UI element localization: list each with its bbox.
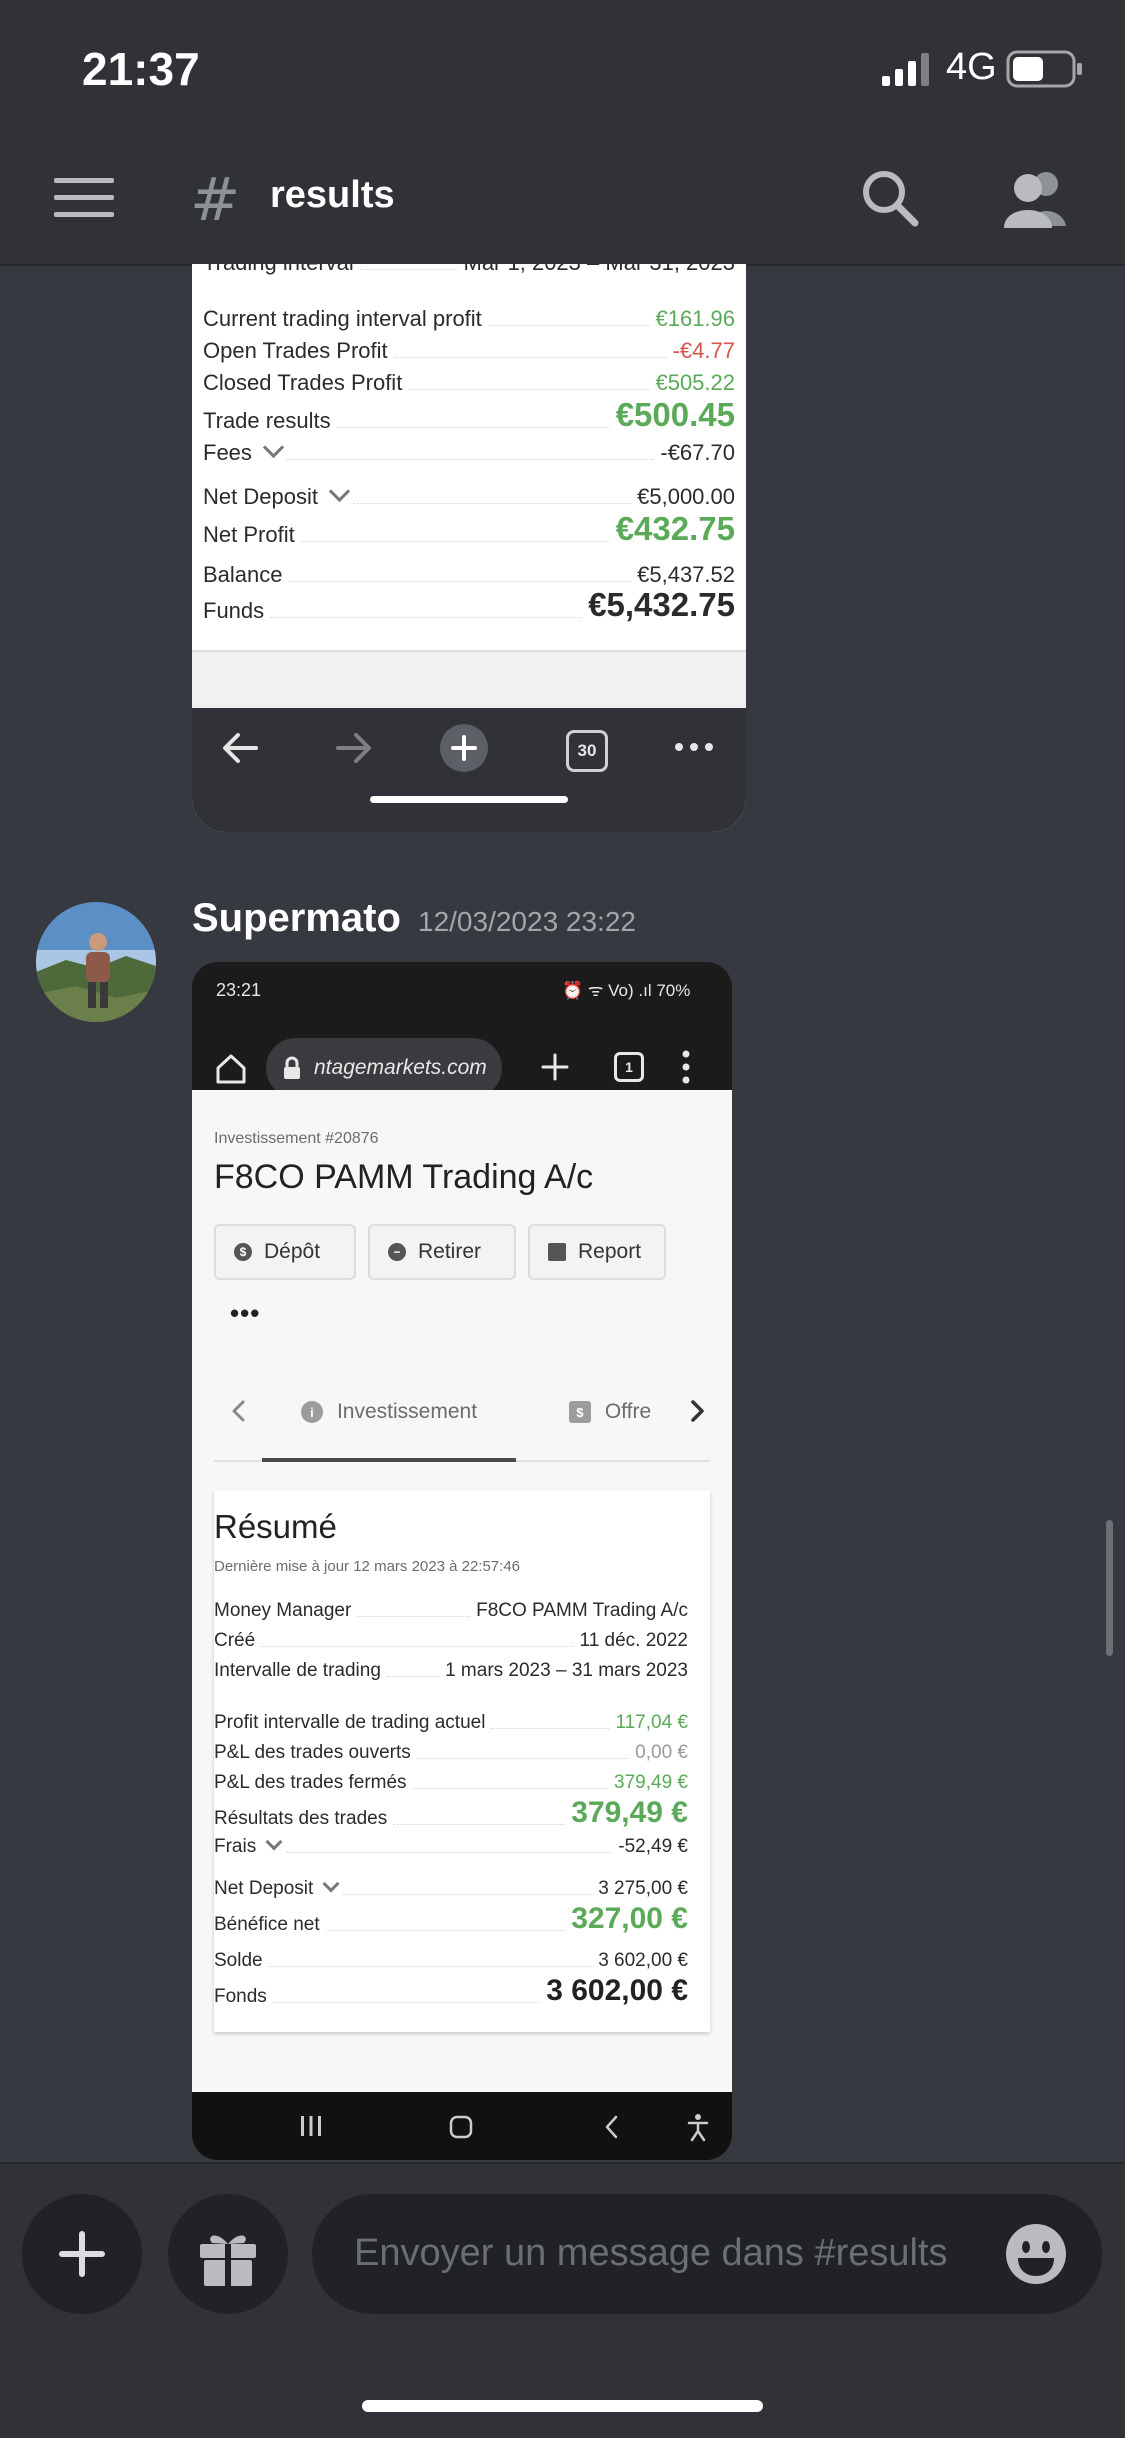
- summary-row: Current trading interval profit €161.96: [203, 306, 735, 331]
- minus-icon: −: [388, 1243, 406, 1261]
- resume-card: Résumé Dernière mise à jour 12 mars 2023…: [214, 1490, 710, 2032]
- channel-header: [0, 140, 1125, 266]
- back-arrow-icon[interactable]: [218, 726, 262, 770]
- scrollbar-thumb[interactable]: [1106, 1520, 1113, 1656]
- summary-row: Profit intervalle de trading actuel 117,…: [214, 1712, 688, 1733]
- deposit-button[interactable]: $ Dépôt: [214, 1224, 356, 1280]
- summary-row: P&L des trades fermés 379,49 €: [214, 1772, 688, 1793]
- investment-title: F8CO PAMM Trading A/c: [214, 1158, 594, 1196]
- tabs-count-icon[interactable]: 30: [566, 730, 608, 772]
- home-icon[interactable]: [214, 1052, 248, 1086]
- phone-status-bar: 23:21 ⏰ ᯤ Vo) .ıl 70%: [192, 962, 732, 1016]
- add-attachment-button[interactable]: [22, 2194, 142, 2314]
- summary-row: Net Deposit 3 275,00 €: [214, 1875, 688, 1900]
- investment-number: Investissement #20876: [214, 1130, 379, 1147]
- network-type: 4G: [946, 46, 997, 88]
- summary-row: Closed Trades Profit €505.22: [203, 370, 735, 395]
- hamburger-menu-icon[interactable]: [54, 176, 114, 220]
- page-tabs: i Investissement $ Offre: [214, 1366, 710, 1462]
- phone-status-time: 23:21: [216, 980, 262, 1000]
- url-text: ntagemarkets.com: [314, 1056, 487, 1079]
- plus-icon: [59, 2231, 105, 2277]
- gift-button[interactable]: [168, 2194, 288, 2314]
- message-composer: Envoyer un message dans #results: [0, 2162, 1125, 2438]
- report-button[interactable]: Report: [528, 1224, 666, 1280]
- tab-offre[interactable]: $ Offre: [544, 1366, 676, 1458]
- info-icon: i: [300, 1401, 323, 1423]
- tab-investissement[interactable]: i Investissement: [262, 1366, 516, 1462]
- summary-row: Fonds 3 602,00 €: [214, 1974, 688, 2007]
- attachment-screenshot-1[interactable]: Trading interval Mar 1, 2023 – Mar 31, 2…: [192, 264, 746, 832]
- investment-page: Investissement #20876 F8CO PAMM Trading …: [192, 1090, 732, 2098]
- recent-apps-icon[interactable]: [298, 2114, 324, 2138]
- avatar[interactable]: [36, 902, 156, 1022]
- resume-title: Résumé: [214, 1508, 337, 1545]
- chevron-left-icon[interactable]: [228, 1396, 250, 1426]
- info-row: Intervalle de trading 1 mars 2023 – 31 m…: [214, 1660, 688, 1681]
- summary-row: Trade results €500.45: [203, 396, 735, 433]
- message-author[interactable]: Supermato: [192, 896, 401, 941]
- summary-row: Résultats des trades 379,49 €: [214, 1796, 688, 1829]
- price-tag-icon: $: [568, 1401, 591, 1423]
- summary-row: Net Deposit €5,000.00: [203, 480, 735, 510]
- home-indicator: [370, 796, 568, 803]
- forward-arrow-icon[interactable]: [332, 726, 376, 770]
- summary-row: Solde 3 602,00 €: [214, 1950, 688, 1971]
- last-updated: Dernière mise à jour 12 mars 2023 à 22:5…: [214, 1558, 521, 1575]
- document-icon: [548, 1243, 566, 1261]
- info-row: Créé 11 déc. 2022: [214, 1630, 688, 1651]
- chevron-down-icon[interactable]: [265, 1833, 283, 1851]
- cellular-signal-icon: [882, 53, 929, 86]
- attachment-screenshot-2[interactable]: 23:21 ⏰ ᯤ Vo) .ıl 70% ntagemarkets.com 1…: [192, 962, 732, 2160]
- summary-row: Frais -52,49 €: [214, 1833, 688, 1858]
- new-tab-icon[interactable]: [540, 1052, 570, 1082]
- more-actions-button[interactable]: •••: [230, 1298, 260, 1329]
- trading-summary-card: Trading interval Mar 1, 2023 – Mar 31, 2…: [192, 264, 746, 653]
- chevron-down-icon[interactable]: [322, 1875, 340, 1893]
- channel-hash-icon: #: [190, 165, 241, 235]
- phone-status-icons: ⏰ ᯤ Vo) .ıl 70%: [562, 981, 691, 1000]
- channel-name[interactable]: results: [270, 174, 395, 217]
- browser-bottom-bar: 30: [192, 708, 746, 832]
- chevron-down-icon[interactable]: [328, 480, 351, 503]
- battery-icon: [1006, 50, 1082, 88]
- summary-row: Open Trades Profit -€4.77: [203, 338, 735, 363]
- more-options-icon[interactable]: [672, 732, 716, 762]
- android-nav-bar: [192, 2092, 732, 2160]
- members-list-icon[interactable]: [1000, 168, 1070, 228]
- emoji-icon[interactable]: [1004, 2222, 1068, 2286]
- gift-icon: [200, 2235, 256, 2286]
- new-tab-icon[interactable]: [440, 724, 488, 772]
- withdraw-button[interactable]: − Retirer: [368, 1224, 516, 1280]
- dollar-icon: $: [234, 1243, 252, 1261]
- tabs-count-icon[interactable]: 1: [614, 1052, 644, 1082]
- trading-interval-row: Trading interval Mar 1, 2023 – Mar 31, 2…: [203, 264, 735, 276]
- chevron-down-icon[interactable]: [262, 436, 285, 459]
- summary-row: Fees -€67.70: [203, 436, 735, 466]
- message-input-placeholder: Envoyer un message dans #results: [354, 2232, 948, 2274]
- summary-row: Bénéfice net 327,00 €: [214, 1902, 688, 1935]
- chevron-right-icon[interactable]: [684, 1396, 710, 1426]
- message-input[interactable]: Envoyer un message dans #results: [312, 2194, 1102, 2314]
- summary-row: Funds €5,432.75: [203, 586, 735, 623]
- status-time: 21:37: [82, 43, 200, 95]
- back-icon[interactable]: [602, 2114, 622, 2140]
- accessibility-icon[interactable]: [686, 2112, 710, 2142]
- address-bar[interactable]: ntagemarkets.com: [266, 1038, 502, 1098]
- summary-row: Balance €5,437.52: [203, 562, 735, 587]
- message-timestamp: 12/03/2023 23:22: [418, 906, 636, 937]
- page-background: [192, 652, 746, 708]
- summary-row: P&L des trades ouverts 0,00 €: [214, 1742, 688, 1763]
- search-icon[interactable]: [860, 168, 920, 228]
- home-indicator: [362, 2400, 763, 2412]
- info-row: Money Manager F8CO PAMM Trading A/c: [214, 1600, 688, 1621]
- summary-row: Net Profit €432.75: [203, 510, 735, 547]
- more-options-icon[interactable]: [682, 1050, 690, 1084]
- home-button-icon[interactable]: [448, 2114, 474, 2140]
- lock-icon: [284, 1056, 300, 1079]
